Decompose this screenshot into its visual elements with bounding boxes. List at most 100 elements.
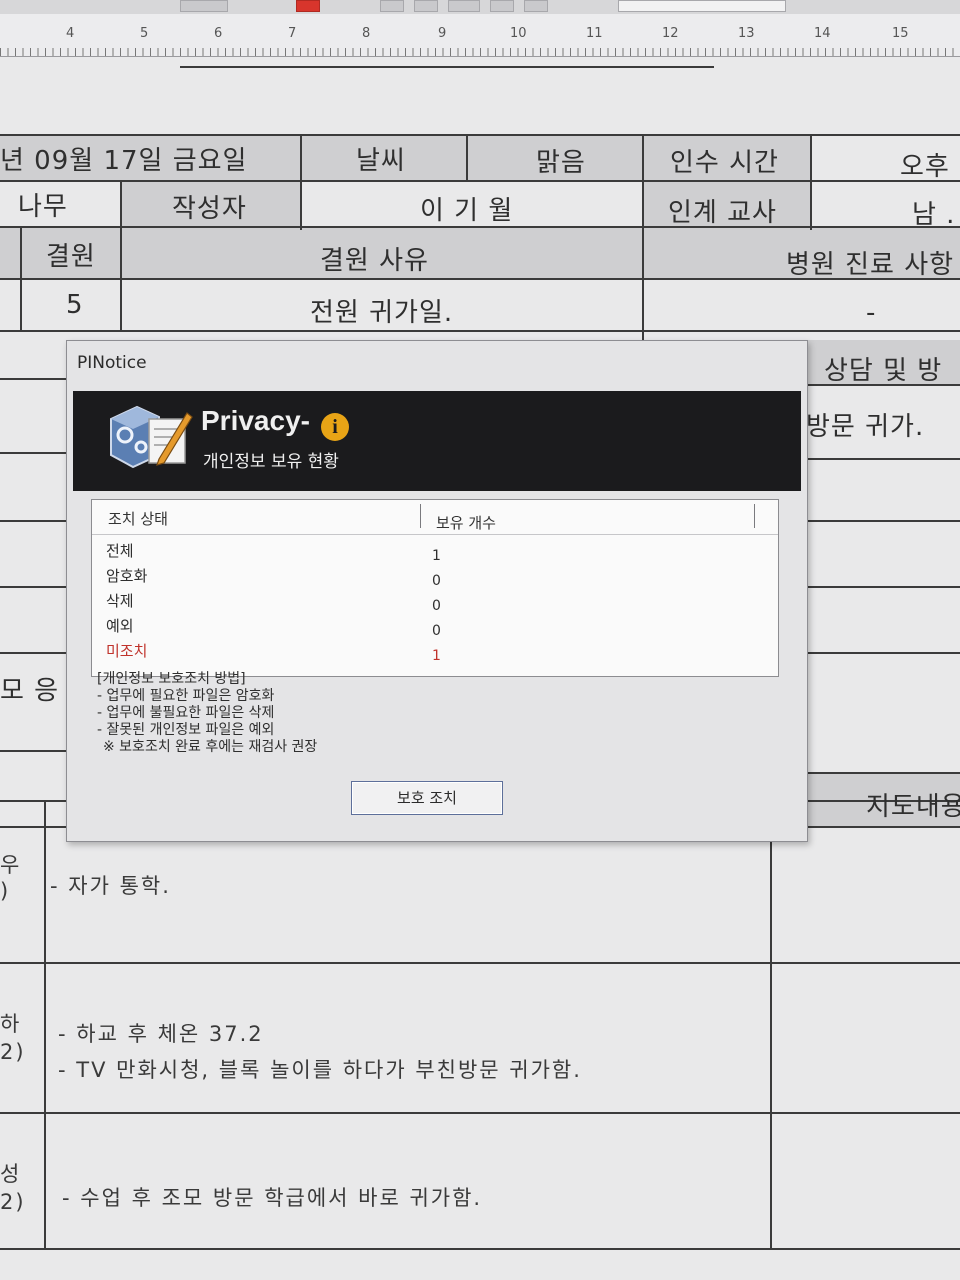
student-side-label: 우 )	[0, 853, 22, 903]
status-count: 0	[432, 573, 441, 589]
handover-time-label: 인수 시간	[670, 148, 779, 178]
ruler-number: 14	[814, 26, 831, 41]
status-label: 미조치	[106, 642, 148, 660]
guide-heading: [개인정보 보호조치 방법]	[97, 671, 246, 687]
status-count: 0	[432, 598, 441, 614]
visit-home-text: 방문 귀가.	[806, 412, 925, 442]
status-label: 삭제	[106, 592, 134, 610]
table-rule	[800, 458, 960, 460]
pinotice-dialog[interactable]: PINotice Privacy- i 개인정보 보유 현황 조치 상태 보유 …	[66, 340, 808, 842]
status-label: 암호화	[106, 567, 148, 585]
handover-teacher-label: 인계 교사	[668, 198, 777, 228]
table-rule	[0, 586, 70, 588]
ruler-number: 7	[288, 26, 297, 41]
ruler-number: 8	[362, 26, 371, 41]
document-pencil-gear-icon	[103, 397, 195, 473]
ruler-number: 11	[586, 26, 603, 41]
table-rule	[0, 378, 70, 380]
table-rule	[0, 652, 70, 654]
table-rule	[0, 1248, 960, 1250]
ruler-ticks	[0, 48, 960, 56]
absent-reason: 전원 귀가일.	[310, 298, 454, 328]
privacy-banner: Privacy- i 개인정보 보유 현황	[73, 391, 801, 491]
toolbar-button[interactable]	[414, 0, 438, 12]
status-label: 예외	[106, 617, 134, 635]
ruler-number: 6	[214, 26, 223, 41]
guide-note: ※ 보호조치 완료 후에는 재검사 권장	[103, 739, 318, 755]
table-rule	[466, 134, 468, 180]
date-cell: 년 09월 17일 금요일	[0, 146, 248, 176]
dialog-titlebar[interactable]: PINotice	[67, 341, 807, 387]
toolbar-button[interactable]	[180, 0, 228, 12]
table-rule	[800, 772, 960, 774]
label-cell-shade	[300, 136, 642, 180]
info-icon: i	[321, 413, 349, 441]
table-rule	[800, 520, 960, 522]
table-rule	[20, 226, 22, 332]
table-rule	[810, 134, 812, 230]
absent-label: 결원	[46, 242, 96, 272]
student-note: - 자가 통학.	[50, 874, 171, 898]
status-count: 0	[432, 623, 441, 639]
toolbar-strip	[0, 0, 960, 15]
student-side-label: 하 2)	[0, 1012, 26, 1064]
header-rule	[92, 534, 778, 535]
counsel-label: 상담 및 방	[824, 356, 943, 386]
table-rule	[0, 750, 70, 752]
author-value: 이 기 월	[420, 196, 514, 226]
absent-reason-label: 결원 사유	[320, 246, 429, 276]
table-rule	[0, 520, 70, 522]
table-rule	[300, 134, 302, 230]
margin-line	[180, 66, 714, 68]
ruler-number: 4	[66, 26, 75, 41]
status-label: 전체	[106, 542, 134, 560]
guide-line: - 업무에 필요한 파일은 암호화	[97, 688, 275, 704]
weather-label: 날씨	[356, 146, 406, 176]
student-side-label: 성 2)	[0, 1162, 26, 1214]
banner-subtitle: 개인정보 보유 현황	[203, 452, 339, 472]
banner-title: Privacy-	[201, 405, 310, 436]
table-rule	[800, 586, 960, 588]
guide-line: - 업무에 불필요한 파일은 삭제	[97, 705, 275, 721]
protection-guide: [개인정보 보호조치 방법] - 업무에 필요한 파일은 암호화 - 업무에 불…	[97, 671, 317, 756]
protect-button[interactable]: 보호 조치	[351, 781, 503, 815]
guide-line: - 잘못된 개인정보 파일은 예외	[97, 722, 275, 738]
table-rule	[800, 652, 960, 654]
guidance-label: 지도내용	[866, 792, 960, 822]
handover-time-value: 오후	[900, 152, 950, 182]
column-separator[interactable]	[420, 504, 421, 528]
toolbar-button[interactable]	[380, 0, 404, 12]
table-rule	[642, 134, 644, 342]
ruler-number: 10	[510, 26, 527, 41]
toolbar-dropdown[interactable]	[618, 0, 786, 12]
dialog-title: PINotice	[77, 353, 147, 373]
status-list[interactable]: 조치 상태 보유 개수 전체 1 암호화 0 삭제 0 예외 0 미조치 1	[91, 499, 779, 677]
table-rule	[44, 800, 46, 1250]
table-rule	[0, 180, 960, 182]
table-rule	[0, 452, 70, 454]
column-header-count[interactable]: 보유 개수	[436, 512, 496, 533]
author-label: 작성자	[172, 194, 247, 224]
ruler[interactable]: 4 5 6 7 8 9 10 11 12 13 14 15	[0, 14, 960, 57]
class-name: 나무	[18, 192, 68, 222]
student-note: - TV 만화시청, 블록 놀이를 하다가 부친방문 귀가함.	[58, 1058, 582, 1082]
table-rule	[0, 330, 960, 332]
status-count: 1	[432, 648, 441, 664]
table-rule	[0, 134, 960, 136]
column-separator[interactable]	[754, 504, 755, 528]
hospital-label: 병원 진료 사항	[786, 250, 955, 280]
toolbar-button[interactable]	[448, 0, 480, 12]
ruler-number: 9	[438, 26, 447, 41]
column-header-status[interactable]: 조치 상태	[108, 508, 168, 529]
table-rule	[0, 1112, 960, 1114]
student-note: - 수업 후 조모 방문 학급에서 바로 귀가함.	[62, 1186, 483, 1210]
handover-teacher-value: 남 .	[912, 200, 956, 230]
toolbar-button[interactable]	[490, 0, 514, 12]
toolbar-button[interactable]	[524, 0, 548, 12]
status-count: 1	[432, 548, 441, 564]
ruler-number: 12	[662, 26, 679, 41]
weather-value: 맑음	[536, 148, 586, 178]
student-note: - 하교 후 체온 37.2	[58, 1022, 264, 1046]
toolbar-button[interactable]	[296, 0, 320, 12]
hospital-value: -	[866, 298, 877, 328]
